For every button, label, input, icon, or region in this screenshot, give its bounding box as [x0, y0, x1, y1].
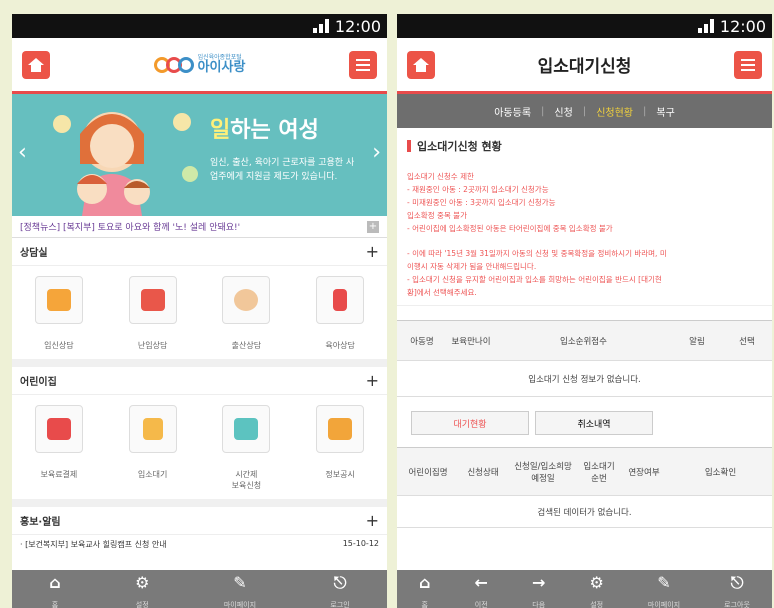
tab-mypage[interactable]: ✎ 마이페이지: [224, 574, 256, 608]
app-logo[interactable]: 임신육아종합포털 아이사랑: [153, 55, 246, 75]
news-ticker[interactable]: [정책뉴스] [복지부] 토요로 아요와 함께 '노! 설레 안돼요!' +: [12, 216, 387, 238]
banner-next-icon[interactable]: ›: [372, 140, 381, 165]
card-wallet-icon: [46, 418, 71, 440]
results-table: 어린이집명 신청상태 신청일/입소희망 예정일 입소대기순번 연장여부 입소확인…: [397, 447, 772, 528]
notes-text: - 이에 따라 '15년 3월 31일까지 아동의 신청 및 중복확정을 정비하…: [397, 235, 772, 306]
menu-item-pregnancy-counsel[interactable]: 임신상담: [24, 276, 94, 351]
menu-item-hourly-care[interactable]: 시간제 보육신청: [211, 405, 281, 491]
section-expand-icon[interactable]: +: [366, 511, 379, 530]
status-bar: 12:00: [397, 14, 772, 38]
tab-settings[interactable]: ⚙ 설정: [589, 574, 603, 608]
document-icon: [142, 418, 163, 440]
edit-icon: ✎: [657, 573, 671, 592]
menu-button[interactable]: [349, 50, 377, 79]
lock-icon: ⎋: [333, 573, 347, 592]
logout-icon: ⎋: [730, 573, 744, 592]
menu-button[interactable]: [734, 50, 762, 79]
tab-login[interactable]: ⎋ 로그인: [330, 574, 349, 608]
home-button[interactable]: [22, 50, 50, 79]
menu-item-admission-wait[interactable]: 입소대기: [118, 405, 188, 491]
cancel-history-button[interactable]: 취소내역: [535, 411, 653, 435]
tab-home[interactable]: ⌂ 홈: [419, 574, 430, 608]
clock-card-icon: [234, 418, 259, 440]
page-title: 입소대기신청: [537, 57, 632, 77]
subnav-child-register[interactable]: 아동등록: [494, 104, 531, 119]
app-header: 임신육아종합포털 아이사랑: [12, 38, 387, 94]
tab-back[interactable]: ← 이전: [475, 574, 488, 608]
tab-logout[interactable]: ⎋ 로그아웃: [724, 574, 750, 608]
menu-item-birth-counsel[interactable]: 출산상담: [211, 276, 281, 351]
banner-title: 일하는 여성: [210, 118, 319, 143]
menu-item-info-disclosure[interactable]: 정보공시: [305, 405, 375, 491]
sub-navigation: 아동등록 | 신청 | 신청현황 | 복구: [397, 94, 772, 128]
subnav-apply[interactable]: 신청: [554, 104, 572, 119]
gear-icon: ⚙: [589, 573, 604, 592]
arrow-left-icon: ←: [474, 573, 488, 592]
edit-icon: ✎: [233, 573, 247, 592]
home-button[interactable]: [407, 50, 435, 79]
signal-icon: [312, 19, 329, 33]
subnav-restore[interactable]: 복구: [656, 104, 674, 119]
mother-children-illustration: [53, 112, 198, 216]
tab-home[interactable]: ⌂ 홈: [49, 574, 60, 608]
tab-forward[interactable]: → 다음: [532, 574, 545, 608]
baby-bottle-icon: [333, 289, 348, 311]
baby-face-icon: [234, 289, 259, 311]
subnav-status[interactable]: 신청현황: [596, 104, 633, 119]
section-heading: 입소대기신청 현황: [397, 128, 772, 160]
section-header-daycare: 어린이집 +: [12, 367, 387, 395]
menu-item-fee-payment[interactable]: 보육료결제: [24, 405, 94, 491]
tab-settings[interactable]: ⚙ 설정: [135, 574, 149, 608]
signal-icon: [697, 19, 714, 33]
counsel-grid: 임신상담 난임상담 출산상담 육아상담: [12, 266, 387, 367]
home-icon: ⌂: [419, 573, 431, 592]
notice-item[interactable]: · [보건복지부] 보육교사 힐링캠프 신청 안내 15-10-12: [12, 535, 387, 554]
empty-message: 검색된 데이터가 없습니다.: [397, 495, 772, 528]
empty-message: 입소대기 신청 정보가 없습니다.: [397, 360, 772, 397]
app-header: 입소대기신청: [397, 38, 772, 94]
clock: 12:00: [719, 16, 766, 36]
phone-home-screen: 12:00 임신육아종합포털 아이사랑 ‹ 일하는 여성 임신, 출산, 육아기…: [12, 14, 387, 608]
rules-text: 입소대기 신청수 제한 - 재원중인 아동 : 2곳까지 입소대기 신청가능 -…: [407, 172, 613, 233]
logo-rings-icon: [153, 56, 194, 73]
waiting-status-button[interactable]: 대기현황: [411, 411, 529, 435]
menu-item-childcare-counsel[interactable]: 육아상담: [305, 276, 375, 351]
news-more-icon[interactable]: +: [367, 220, 379, 233]
phone-admission-screen: 12:00 입소대기신청 아동등록 | 신청 | 신청현황 | 복구 입소대기신청 현…: [397, 14, 772, 608]
tab-buttons: 대기현황 취소내역: [397, 397, 772, 447]
gear-icon: ⚙: [135, 573, 150, 592]
tab-mypage[interactable]: ✎ 마이페이지: [648, 574, 680, 608]
section-header-notice: 홍보·알림 +: [12, 507, 387, 535]
section-header-counsel: 상담실 +: [12, 238, 387, 266]
calendar-icon: [140, 289, 165, 311]
promo-banner[interactable]: ‹ 일하는 여성 임신, 출산, 육아기 근로자를 고용한 사업주에게 지원금 …: [12, 94, 387, 216]
status-bar: 12:00: [12, 14, 387, 38]
banner-prev-icon[interactable]: ‹: [18, 140, 27, 165]
clock: 12:00: [334, 16, 381, 36]
home-icon: ⌂: [49, 573, 61, 592]
heading-marker-icon: [407, 140, 411, 152]
hamburger-icon: [741, 58, 755, 71]
building-search-icon: [328, 418, 353, 440]
banner-description: 임신, 출산, 육아기 근로자를 고용한 사업주에게 지원금 제도가 있습니다.: [210, 158, 355, 182]
pregnancy-icon: [46, 289, 71, 311]
waitlist-table: 아동명 보육만나이 입소순위점수 알림 선택 입소대기 신청 정보가 없습니다.: [397, 320, 772, 397]
home-icon: [413, 57, 429, 72]
daycare-grid: 보육료결제 입소대기 시간제 보육신청 정보공시: [12, 395, 387, 507]
bottom-tab-bar: ⌂ 홈 ← 이전 → 다음 ⚙ 설정 ✎ 마이페이지 ⎋ 로그아웃: [397, 570, 772, 608]
bottom-tab-bar: ⌂ 홈 ⚙ 설정 ✎ 마이페이지 ⎋ 로그인: [12, 570, 387, 608]
menu-item-infertility-counsel[interactable]: 난임상담: [118, 276, 188, 351]
arrow-right-icon: →: [532, 573, 546, 592]
home-icon: [28, 57, 44, 72]
news-ticker-text[interactable]: [정책뉴스] [복지부] 토요로 아요와 함께 '노! 설레 안돼요!': [20, 220, 240, 233]
hamburger-icon: [356, 58, 370, 71]
logo-name: 아이사랑: [197, 60, 246, 75]
section-expand-icon[interactable]: +: [366, 242, 379, 261]
section-expand-icon[interactable]: +: [366, 371, 379, 390]
